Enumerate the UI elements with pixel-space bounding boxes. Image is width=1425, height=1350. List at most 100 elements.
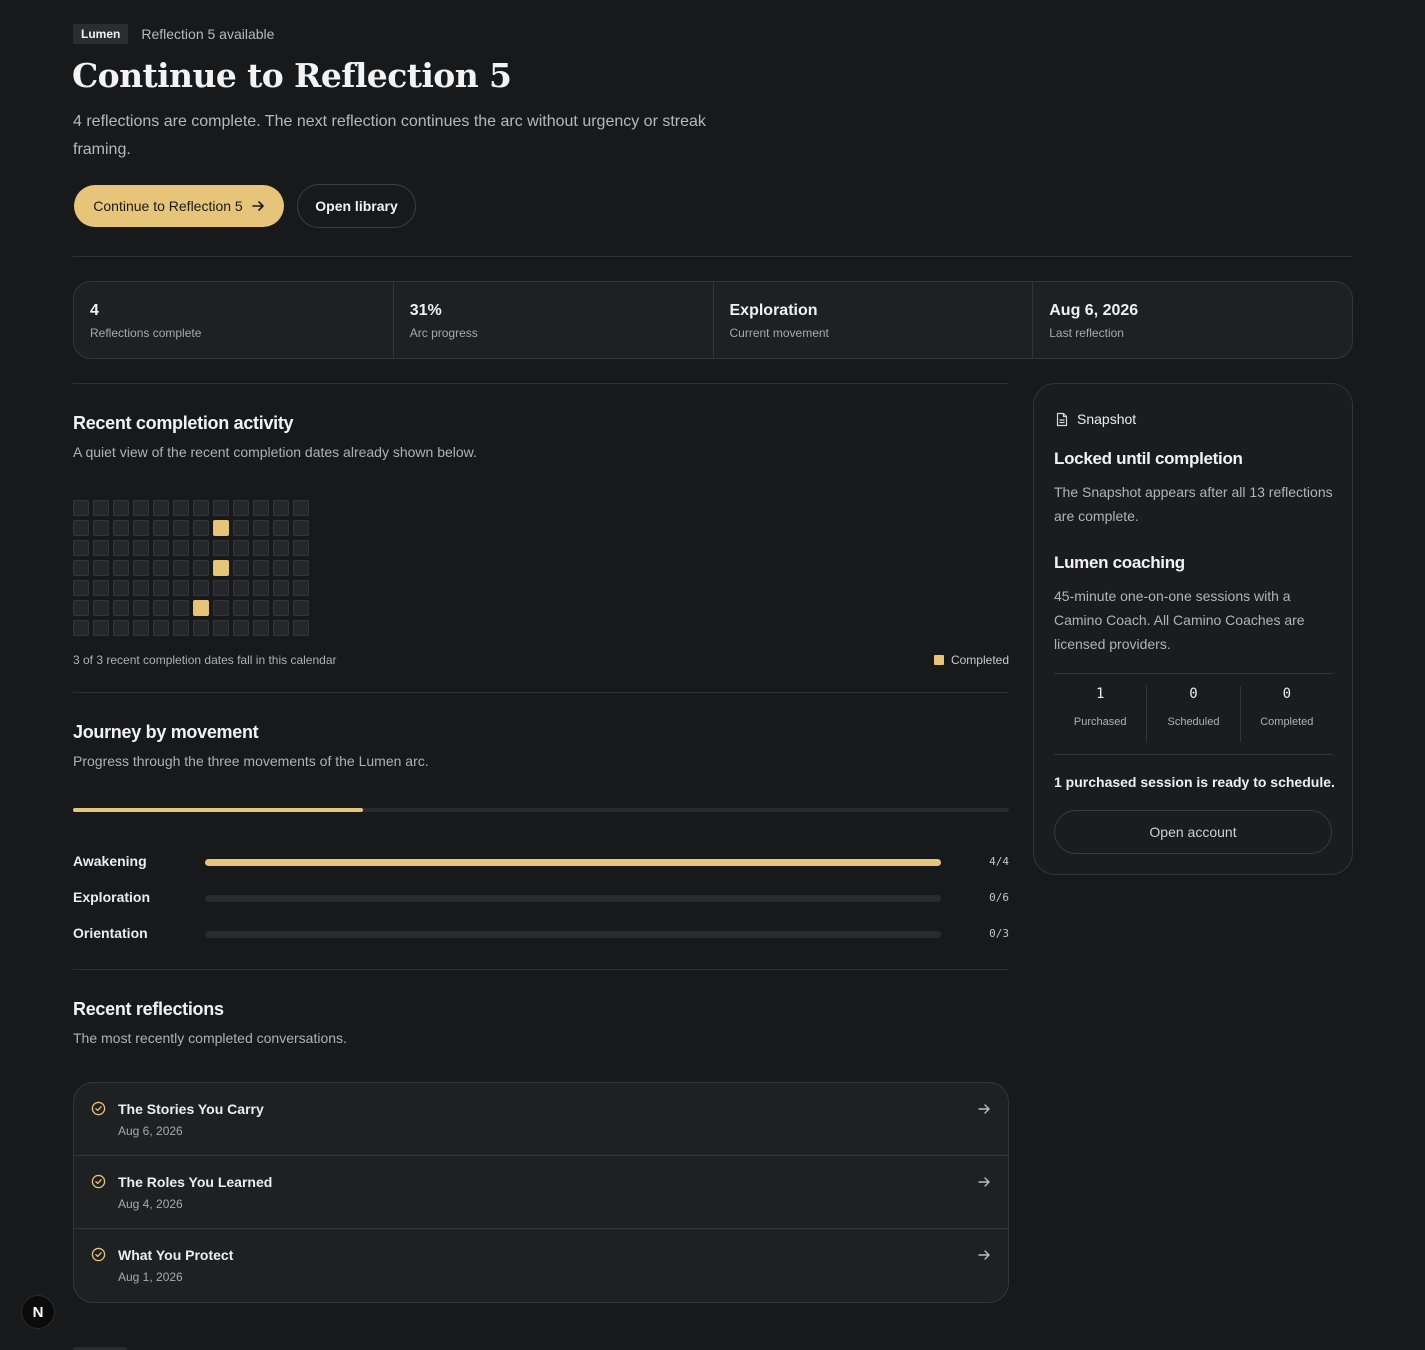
calendar-day: [293, 600, 309, 616]
legend-label: Completed: [950, 653, 1009, 667]
calendar-day: [153, 620, 169, 636]
overall-progress-bar: [73, 808, 1009, 812]
calendar-day: [273, 620, 289, 636]
calendar-day: [113, 500, 129, 516]
calendar-day: [253, 560, 269, 576]
calendar-day: [153, 500, 169, 516]
calendar-day: [273, 560, 289, 576]
reflection-date: Aug 4, 2026: [118, 1197, 183, 1211]
stat-label: Reflections complete: [90, 326, 202, 340]
calendar-day: [133, 580, 149, 596]
calendar-day: [193, 560, 209, 576]
movement-name: Exploration: [73, 889, 151, 905]
calendar-day: [173, 520, 189, 536]
stat-current-movement: Exploration Current movement: [714, 282, 1034, 358]
calendar-note: 3 of 3 recent completion dates fall in t…: [73, 653, 337, 667]
count-label: Completed: [1260, 716, 1314, 728]
reflection-date: Aug 6, 2026: [118, 1124, 183, 1138]
calendar-day: [173, 580, 189, 596]
calendar-day: [133, 540, 149, 556]
activity-title: Recent completion activity: [73, 413, 294, 433]
calendar-day: [113, 580, 129, 596]
check-circle-icon: [91, 1247, 106, 1262]
calendar-day: [93, 560, 109, 576]
program-tag: Lumen: [73, 24, 129, 44]
calendar-day: [273, 600, 289, 616]
calendar-day: [293, 560, 309, 576]
calendar-day: [193, 620, 209, 636]
document-icon: [1056, 412, 1068, 426]
continue-reflection-button[interactable]: Continue to Reflection 5: [74, 185, 284, 227]
calendar-day: [93, 500, 109, 516]
calendar-day: [73, 580, 89, 596]
calendar-day: [233, 620, 249, 636]
calendar-day: [173, 500, 189, 516]
check-circle-icon: [91, 1101, 106, 1116]
count-scheduled: 0 Scheduled: [1147, 686, 1241, 742]
section-divider: [73, 969, 1009, 970]
stat-label: Arc progress: [409, 326, 478, 340]
card-label: Snapshot: [1077, 411, 1137, 427]
coaching-text: 45-minute one-on-one sessions with a Cam…: [1054, 588, 1305, 652]
list-item[interactable]: What You Protect Aug 1, 2026: [74, 1229, 1008, 1302]
calendar-day: [273, 540, 289, 556]
arrow-right-icon: [251, 201, 264, 211]
calendar-day: [73, 600, 89, 616]
calendar-day: [153, 540, 169, 556]
calendar-day: [233, 600, 249, 616]
list-item[interactable]: The Roles You Learned Aug 4, 2026: [74, 1156, 1008, 1229]
movement-name: Awakening: [73, 853, 147, 869]
calendar-day: [93, 600, 109, 616]
calendar-day: [73, 620, 89, 636]
snapshot-text: The Snapshot appears after all 13 reflec…: [1054, 484, 1333, 524]
section-divider: [73, 692, 1009, 693]
calendar-day: [73, 500, 89, 516]
availability-text: Reflection 5 available: [141, 26, 275, 42]
arrow-right-icon: [978, 1177, 990, 1187]
calendar-day: [213, 600, 229, 616]
stat-reflections-complete: 4 Reflections complete: [74, 282, 394, 358]
recent-reflections-list: The Stories You Carry Aug 6, 2026 The Ro…: [73, 1082, 1009, 1303]
journey-subtitle: Progress through the three movements of …: [73, 753, 429, 769]
count-value: 0: [1189, 686, 1198, 702]
calendar-day: [113, 540, 129, 556]
stat-label: Current movement: [729, 326, 829, 340]
stats-bar: 4 Reflections complete 31% Arc progress …: [73, 281, 1353, 359]
stat-value: 4: [90, 302, 99, 319]
calendar-day: [233, 500, 249, 516]
stat-last-reflection: Aug 6, 2026 Last reflection: [1033, 282, 1352, 358]
movement-count: 0/6: [989, 891, 1009, 904]
calendar-day: [233, 580, 249, 596]
calendar-day: [293, 500, 309, 516]
calendar-day-completed: [213, 520, 229, 536]
movement-row-exploration: Exploration 0/6: [73, 889, 1009, 909]
snapshot-title: Locked until completion: [1054, 449, 1243, 468]
open-library-button[interactable]: Open library: [297, 184, 416, 228]
recent-subtitle: The most recently completed conversation…: [73, 1030, 347, 1046]
stat-value: Aug 6, 2026: [1049, 302, 1139, 319]
calendar-day: [293, 580, 309, 596]
calendar-day: [173, 560, 189, 576]
movement-count: 0/3: [989, 927, 1009, 940]
activity-subtitle: A quiet view of the recent completion da…: [73, 444, 477, 460]
movement-progress-bar: [205, 859, 941, 866]
open-account-button[interactable]: Open account: [1054, 810, 1332, 854]
eyebrow: Lumen Reflection 5 available: [73, 24, 274, 44]
calendar-day: [213, 500, 229, 516]
calendar-day: [193, 580, 209, 596]
arrow-right-icon: [978, 1250, 990, 1260]
movement-name: Orientation: [73, 925, 148, 941]
calendar-day: [113, 600, 129, 616]
list-item[interactable]: The Stories You Carry Aug 6, 2026: [74, 1083, 1008, 1156]
calendar-day: [113, 560, 129, 576]
calendar-day: [233, 540, 249, 556]
calendar-day: [273, 500, 289, 516]
session-counts: 1 Purchased 0 Scheduled 0 Completed: [1054, 673, 1333, 755]
calendar-day: [253, 520, 269, 536]
calendar-day: [133, 620, 149, 636]
calendar-day: [73, 560, 89, 576]
dev-tools-badge[interactable]: N: [21, 1295, 55, 1329]
completion-calendar: [73, 500, 309, 636]
calendar-day-completed: [213, 560, 229, 576]
recent-title: Recent reflections: [73, 999, 224, 1019]
